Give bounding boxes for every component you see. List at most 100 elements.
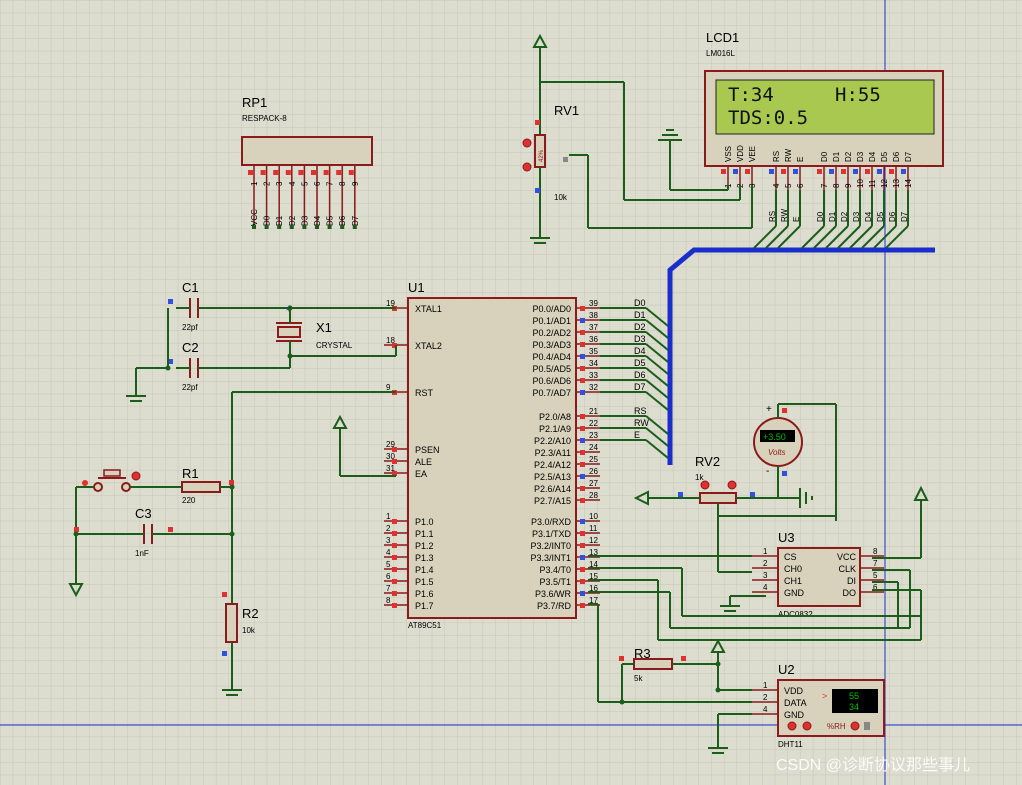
u2-button-left[interactable] (787, 721, 797, 731)
lcd-pin-label: RW (784, 148, 793, 162)
u3-pin-number: 5 (873, 571, 878, 580)
u1-net-label: D3 (634, 334, 646, 344)
u1-pin-number: 7 (386, 584, 391, 593)
c2-ref: C2 (182, 340, 199, 355)
u3-pin-name: DO (843, 588, 857, 598)
u1-net-label: E (634, 430, 640, 440)
u1-pin-name: P2.1/A9 (539, 424, 571, 434)
lcd-bus-label: D0 (816, 211, 825, 222)
u2-button-right[interactable] (802, 721, 812, 731)
lcd1-line2: TDS:0.5 (728, 107, 808, 129)
lcd-bus-label: D4 (864, 211, 873, 222)
u3-pin-number: 8 (873, 547, 878, 556)
u3-pin-name: VCC (837, 552, 857, 562)
u1-pin-number: 5 (386, 560, 391, 569)
u2-button-rh[interactable] (850, 721, 860, 731)
rp1-pin-label: D3 (300, 215, 309, 226)
u1-pin-name: P1.0 (415, 517, 434, 527)
rp1-pin-number: 2 (263, 181, 272, 186)
u1-pin-name: P1.2 (415, 541, 434, 551)
lcd-bus-label: D7 (900, 211, 909, 222)
u3-pin-name: CH1 (784, 576, 802, 586)
r2-value: 10k (242, 626, 256, 635)
u1-net-label: D4 (634, 346, 646, 356)
rv2-ref: RV2 (695, 454, 720, 469)
lcd-pin-number: 5 (784, 183, 793, 188)
rp1-pin-number: 6 (313, 181, 322, 186)
u1-pin-number: 12 (589, 536, 598, 545)
u1-pin-name: P2.6/A14 (534, 484, 571, 494)
u1-pin-number: 33 (589, 371, 598, 380)
u1-pin-number: 38 (589, 311, 598, 320)
lcd-pin-label: VSS (724, 146, 733, 162)
lcd-bus-label: D3 (852, 211, 861, 222)
u1-net-label: D5 (634, 358, 646, 368)
u1-pin-name: P0.6/AD6 (532, 376, 571, 386)
lcd-pin-number: 14 (904, 179, 913, 188)
u1-pin-number: 23 (589, 431, 598, 440)
u1-net-label: D2 (634, 322, 646, 332)
rp1-ref: RP1 (242, 95, 267, 110)
u1-pin-number: 25 (589, 455, 598, 464)
rp1-pin-label: D0 (263, 215, 272, 226)
u1-net-label: RS (634, 406, 647, 416)
rv1-value: 10k (554, 193, 568, 202)
r1-ref: R1 (182, 466, 199, 481)
lcd-pin-label: D0 (820, 151, 829, 162)
u2-pin-name: DATA (784, 698, 807, 708)
lcd-pin-label: D6 (892, 151, 901, 162)
lcd-pin-label: D3 (856, 151, 865, 162)
u2-pin-name: VDD (784, 686, 804, 696)
u1-pin-name: XTAL2 (415, 341, 442, 351)
lcd1-model: LM016L (706, 49, 735, 58)
lcd-pin-number: 6 (796, 183, 805, 188)
u1-pin-name: P1.5 (415, 577, 434, 587)
lcd-pin-number: 8 (832, 183, 841, 188)
u2-display-bottom: 34 (849, 702, 859, 712)
rp1-pin-label: D4 (313, 215, 322, 226)
u1-pin-number: 32 (589, 383, 598, 392)
rp1-pin-number: 9 (351, 181, 360, 186)
u3-pin-name: CS (784, 552, 797, 562)
x1-model: CRYSTAL (316, 341, 353, 350)
u2-display-top: 55 (849, 691, 859, 701)
rp1-pin-label: D1 (275, 215, 284, 226)
u1-pin-number: 28 (589, 491, 598, 500)
lcd-pin-label: D1 (832, 151, 841, 162)
lcd-pin-label: D4 (868, 151, 877, 162)
u1-pin-number: 10 (589, 512, 598, 521)
u3-pin-name: CLK (838, 564, 856, 574)
rp1-pin-number: 8 (338, 181, 347, 186)
r2-ref: R2 (242, 606, 259, 621)
schematic-canvas[interactable]: RP1 RESPACK-8 1 VCC 2 D0 3 D1 4 D2 5 D3 6 D4 7 D5 8 D6 9… (0, 0, 1022, 785)
lcd-pin-number: 4 (772, 183, 781, 188)
u1-pin-name: P2.0/A8 (539, 412, 571, 422)
lcd-pin-label: D7 (904, 151, 913, 162)
lcd-pin-number: 7 (820, 183, 829, 188)
u1-net-label: D1 (634, 310, 646, 320)
u1-pin-name: P0.7/AD7 (532, 388, 571, 398)
u1-pin-name: P3.5/T1 (539, 577, 571, 587)
u1-net-label: D6 (634, 370, 646, 380)
lcd-bus-label: E (792, 217, 801, 222)
u1-pin-name: P3.1/TXD (532, 529, 572, 539)
u1-pin-number: 36 (589, 335, 598, 344)
u3-pin-name: GND (784, 588, 805, 598)
lcd-pin-label: VDD (736, 145, 745, 162)
rp1-pin-number: 3 (275, 181, 284, 186)
u1-pin-name: P0.5/AD5 (532, 364, 571, 374)
rp1-pin-label: D5 (326, 215, 335, 226)
u1-net-label: RW (634, 418, 649, 428)
c1-value: 22pf (182, 323, 198, 332)
u1-pin-number: 11 (589, 524, 598, 533)
c1-ref: C1 (182, 280, 199, 295)
u1-pin-name: P2.5/A13 (534, 472, 571, 482)
rp1-pin-label: VCC (250, 209, 259, 226)
voltmeter-minus: - (766, 466, 769, 477)
rv1-wiper-percent: 42% (539, 149, 545, 162)
u3-pin-number: 4 (763, 583, 768, 592)
rv2-value: 1k (695, 473, 704, 482)
u2-model: DHT11 (778, 740, 803, 749)
lcd-bus-label: D6 (888, 211, 897, 222)
u2-arrow: > (822, 691, 827, 701)
